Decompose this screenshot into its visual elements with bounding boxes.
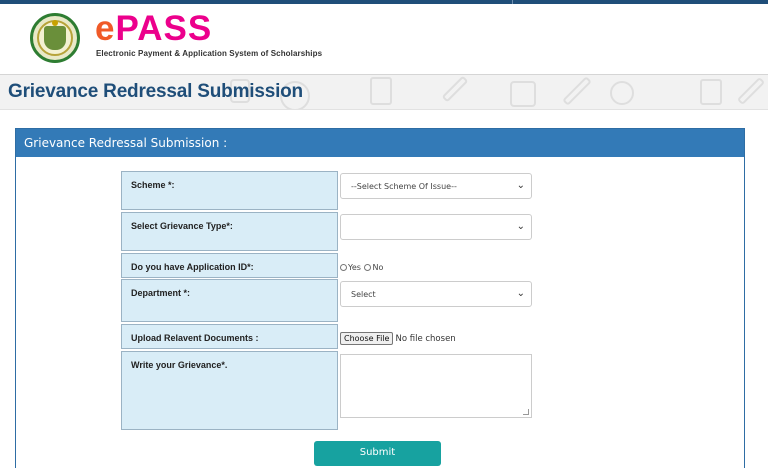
decorative-doodle — [370, 77, 392, 105]
chevron-down-icon: ⌄ — [516, 288, 525, 299]
department-label: Department *: — [121, 279, 338, 322]
radio-yes[interactable] — [340, 264, 347, 271]
radio-yes-label: Yes — [348, 263, 361, 272]
logo-subtitle: Electronic Payment & Application System … — [96, 49, 323, 58]
upload-label: Upload Relavent Documents : — [121, 324, 338, 349]
submit-button[interactable]: Submit — [314, 441, 441, 466]
decorative-doodle — [441, 75, 469, 103]
grievance-textarea[interactable] — [340, 354, 532, 418]
file-upload: Choose File No file chosen — [340, 332, 456, 345]
grievance-panel: Grievance Redressal Submission : Scheme … — [15, 128, 745, 468]
decorative-doodle — [736, 76, 766, 106]
scheme-select[interactable]: --Select Scheme Of Issue-- ⌄ — [340, 173, 532, 199]
decorative-doodle — [610, 81, 634, 105]
radio-no-label: No — [372, 263, 384, 272]
grievance-type-label: Select Grievance Type*: — [121, 212, 338, 251]
application-id-radio-group: Yes No — [340, 263, 383, 272]
department-select[interactable]: Select ⌄ — [340, 281, 532, 307]
telangana-emblem-icon — [30, 13, 80, 63]
decorative-doodle — [510, 81, 536, 107]
epass-logo[interactable]: ePASS — [95, 10, 212, 48]
panel-heading: Grievance Redressal Submission : — [16, 129, 744, 157]
page-title-banner: Grievance Redressal Submission — [0, 75, 768, 110]
logo-pass: PASS — [115, 9, 213, 48]
no-file-text: No file chosen — [395, 334, 456, 344]
resize-grip-icon[interactable] — [523, 409, 529, 415]
scheme-select-value: --Select Scheme Of Issue-- — [351, 182, 457, 191]
scheme-label: Scheme *: — [121, 171, 338, 210]
decorative-doodle — [700, 79, 722, 105]
grievance-type-select[interactable]: ⌄ — [340, 214, 532, 240]
grievance-text-label: Write your Grievance*. — [121, 351, 338, 430]
radio-no[interactable] — [364, 264, 372, 271]
choose-file-button[interactable]: Choose File — [340, 332, 394, 345]
emblem-tower — [44, 26, 66, 50]
application-id-label: Do you have Application ID*: — [121, 253, 338, 278]
department-select-value: Select — [351, 290, 376, 299]
decorative-doodle — [562, 76, 592, 106]
page-title: Grievance Redressal Submission — [8, 81, 303, 102]
site-header: ePASS Electronic Payment & Application S… — [0, 4, 768, 75]
emblem-top — [52, 20, 58, 26]
logo-e: e — [95, 9, 116, 48]
chevron-down-icon: ⌄ — [516, 180, 525, 191]
chevron-down-icon: ⌄ — [516, 221, 525, 232]
